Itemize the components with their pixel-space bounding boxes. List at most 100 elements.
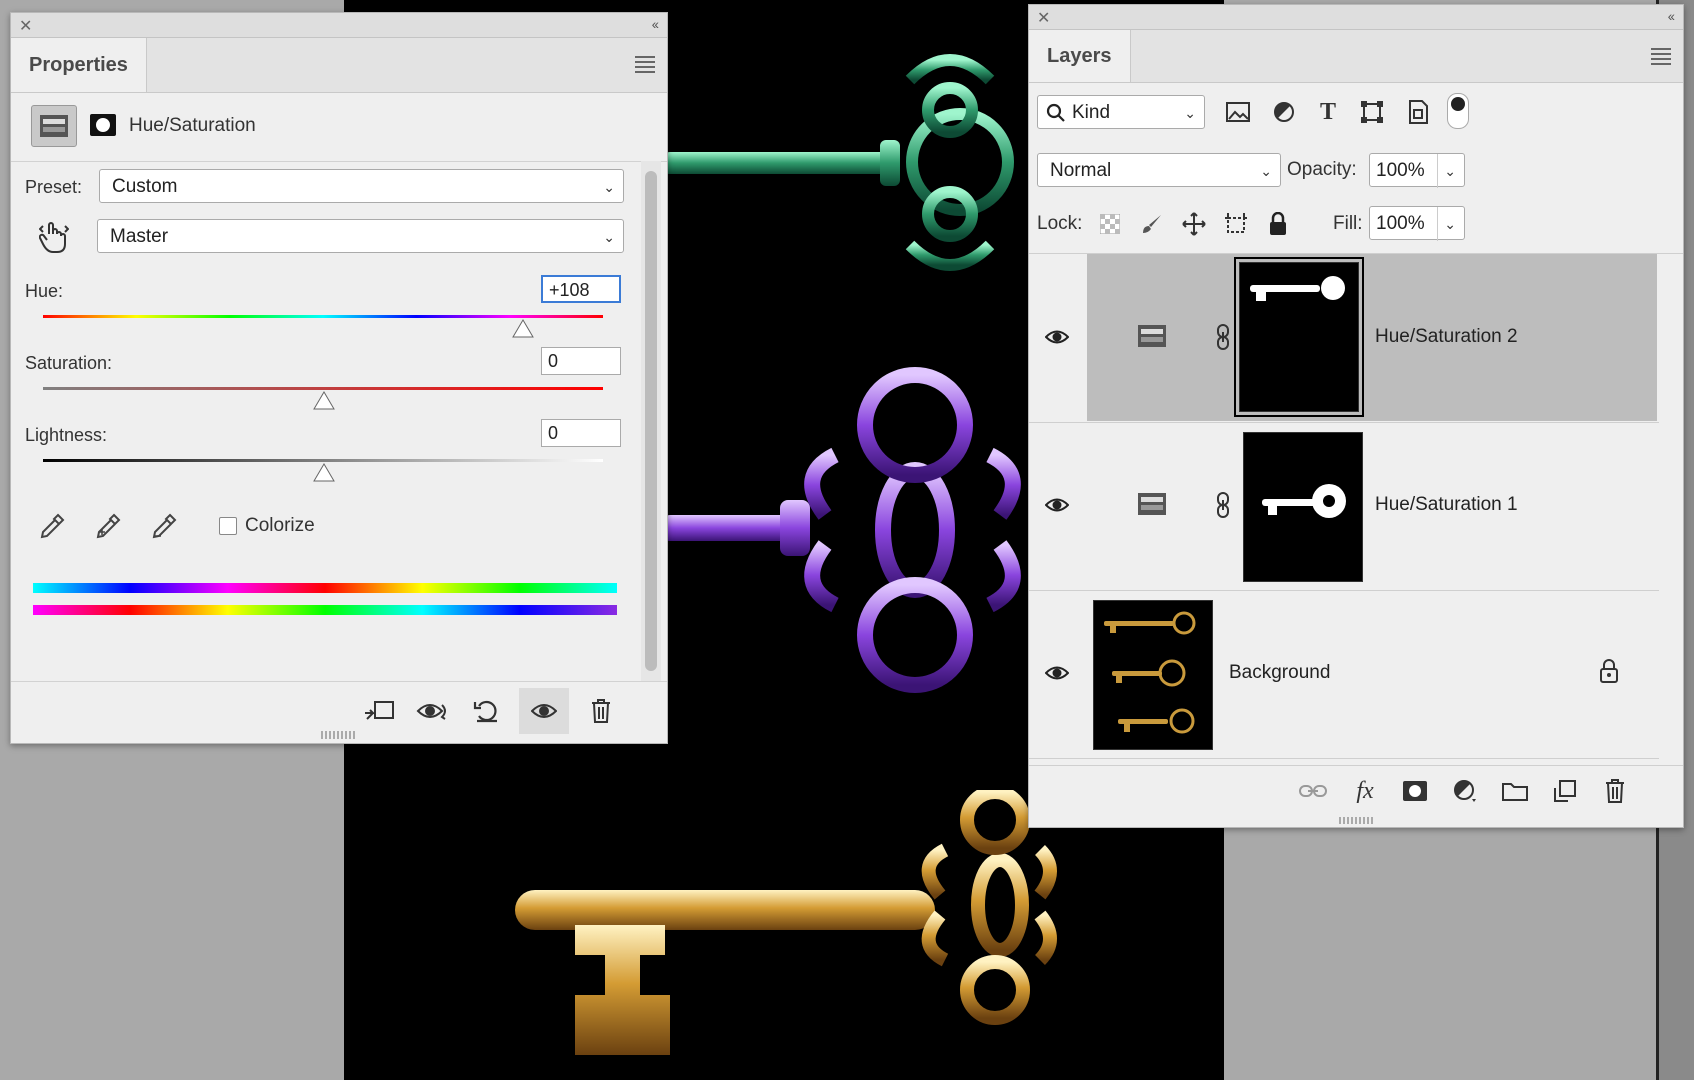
filter-toggle-switch[interactable] xyxy=(1447,93,1469,129)
lock-image-pixels-icon[interactable] xyxy=(1137,209,1167,239)
layer-thumbnail[interactable] xyxy=(1093,600,1213,750)
collapse-icon[interactable]: ‹‹ xyxy=(1668,8,1675,24)
colorize-checkbox[interactable] xyxy=(219,517,237,535)
lock-all-icon[interactable] xyxy=(1263,209,1293,239)
opacity-input[interactable]: 100% ⌄ xyxy=(1369,153,1465,188)
panel-resize-grip[interactable] xyxy=(1339,817,1375,824)
layers-panel: ✕ ‹‹ Layers Kind ⌄ T Normal ⌄ Opacity: 1… xyxy=(1028,4,1684,828)
visibility-icon[interactable] xyxy=(519,688,569,734)
layer-name[interactable]: Background xyxy=(1229,662,1330,684)
lightness-slider-track[interactable] xyxy=(43,459,603,462)
layer-list: Hue/Saturation 2 Hue/Saturation 1 Backgr… xyxy=(1029,253,1683,766)
layer-row-selection xyxy=(1087,254,1657,421)
saturation-slider-track[interactable] xyxy=(43,387,603,390)
panel-tab-row: Properties xyxy=(11,38,667,93)
saturation-input[interactable]: 0 xyxy=(541,347,621,375)
panel-titlebar[interactable]: ✕ ‹‹ xyxy=(11,13,667,38)
hue-slider-thumb[interactable] xyxy=(511,319,535,339)
chevron-down-icon: ⌄ xyxy=(1184,105,1196,121)
panel-menu-icon[interactable] xyxy=(635,56,655,76)
panel-menu-icon[interactable] xyxy=(1651,48,1671,68)
link-layers-icon[interactable] xyxy=(1293,774,1333,808)
lock-transparent-pixels-icon[interactable] xyxy=(1095,209,1125,239)
fx-icon[interactable]: fx xyxy=(1345,774,1385,808)
panel-tab-row: Layers xyxy=(1029,30,1683,83)
eyedropper-minus-icon[interactable] xyxy=(147,509,181,543)
layer-mask-thumbnail[interactable] xyxy=(1234,257,1364,417)
layer-row[interactable]: Background xyxy=(1029,590,1659,759)
adjustment-layer-icon[interactable] xyxy=(1445,774,1485,808)
filter-kind-dropdown[interactable]: Kind ⌄ xyxy=(1037,95,1205,129)
saturation-label: Saturation: xyxy=(25,353,113,373)
lock-artboard-icon[interactable] xyxy=(1221,209,1251,239)
preset-label: Preset: xyxy=(25,177,83,197)
visibility-icon[interactable] xyxy=(1039,658,1075,688)
properties-scrollbar[interactable] xyxy=(641,161,661,681)
eyedropper-icon[interactable] xyxy=(35,509,69,543)
lock-label: Lock: xyxy=(1037,213,1083,234)
lightness-slider-thumb[interactable] xyxy=(312,463,336,483)
hue-slider-track[interactable] xyxy=(43,315,603,318)
eyedropper-plus-icon[interactable] xyxy=(91,509,125,543)
link-icon[interactable] xyxy=(1215,492,1231,523)
layer-name[interactable]: Hue/Saturation 2 xyxy=(1375,326,1518,348)
preset-dropdown[interactable]: Custom ⌄ xyxy=(99,169,624,203)
view-previous-icon[interactable] xyxy=(413,694,453,728)
close-icon[interactable]: ✕ xyxy=(1037,8,1050,28)
group-folder-icon[interactable] xyxy=(1495,774,1535,808)
lightness-input[interactable]: 0 xyxy=(541,419,621,447)
lock-position-icon[interactable] xyxy=(1179,209,1209,239)
adjustment-layer-icon xyxy=(1137,492,1167,521)
purple-key-image xyxy=(660,367,1021,693)
chevron-down-icon[interactable]: ⌄ xyxy=(1437,154,1456,188)
tab-properties[interactable]: Properties xyxy=(11,38,147,92)
channel-dropdown[interactable]: Master ⌄ xyxy=(97,219,624,253)
panel-resize-grip[interactable] xyxy=(321,731,357,739)
blend-mode-dropdown[interactable]: Normal ⌄ xyxy=(1037,153,1281,187)
opacity-label: Opacity: xyxy=(1287,159,1357,180)
filter-kind-value: Kind xyxy=(1072,102,1111,123)
reset-icon[interactable] xyxy=(467,694,507,728)
link-icon[interactable] xyxy=(1215,324,1231,355)
adjustment-title: Hue/Saturation xyxy=(129,115,256,136)
saturation-slider-thumb[interactable] xyxy=(312,391,336,411)
fill-input[interactable]: 100% ⌄ xyxy=(1369,206,1465,241)
layers-footer: fx xyxy=(1029,765,1683,816)
visibility-icon[interactable] xyxy=(1039,322,1075,352)
channel-value: Master xyxy=(110,226,169,247)
delete-layer-icon[interactable] xyxy=(1595,774,1635,808)
layer-mask-thumbnail[interactable] xyxy=(1243,432,1363,582)
add-mask-icon[interactable] xyxy=(1395,774,1435,808)
layer-row[interactable]: Hue/Saturation 2 xyxy=(1029,254,1659,423)
clip-to-layer-icon[interactable] xyxy=(359,694,399,728)
shape-filter-icon[interactable] xyxy=(1355,97,1389,127)
chevron-down-icon: ⌄ xyxy=(603,179,615,195)
adjustment-layer-icon xyxy=(1137,324,1167,353)
layer-row[interactable]: Hue/Saturation 1 xyxy=(1029,422,1659,591)
smart-object-filter-icon[interactable] xyxy=(1401,97,1435,127)
adjustment-icon[interactable] xyxy=(31,105,77,147)
hue-input[interactable]: +108 xyxy=(541,275,621,303)
delete-icon[interactable] xyxy=(581,694,621,728)
new-layer-icon[interactable] xyxy=(1545,774,1585,808)
layer-name[interactable]: Hue/Saturation 1 xyxy=(1375,494,1518,516)
properties-panel: ✕ ‹‹ Properties Hue/Saturation Preset: C… xyxy=(10,12,668,744)
panel-titlebar[interactable]: ✕ ‹‹ xyxy=(1029,5,1683,30)
tab-layers[interactable]: Layers xyxy=(1029,30,1131,82)
targeted-adjust-icon[interactable] xyxy=(37,218,71,256)
preset-value: Custom xyxy=(112,176,178,197)
hue-label: Hue: xyxy=(25,281,64,301)
collapse-icon[interactable]: ‹‹ xyxy=(652,16,659,32)
adjustment-header: Hue/Saturation xyxy=(11,93,667,162)
mask-icon[interactable] xyxy=(83,105,123,145)
search-icon xyxy=(1046,103,1065,122)
pixel-filter-icon[interactable] xyxy=(1221,97,1255,127)
chevron-down-icon[interactable]: ⌄ xyxy=(1437,207,1456,241)
lightness-label: Lightness: xyxy=(25,425,108,445)
adjustment-filter-icon[interactable] xyxy=(1267,97,1301,127)
visibility-icon[interactable] xyxy=(1039,490,1075,520)
close-icon[interactable]: ✕ xyxy=(19,16,32,36)
fill-label: Fill: xyxy=(1333,213,1363,234)
chevron-down-icon: ⌄ xyxy=(603,229,615,245)
type-filter-icon[interactable]: T xyxy=(1311,97,1345,127)
